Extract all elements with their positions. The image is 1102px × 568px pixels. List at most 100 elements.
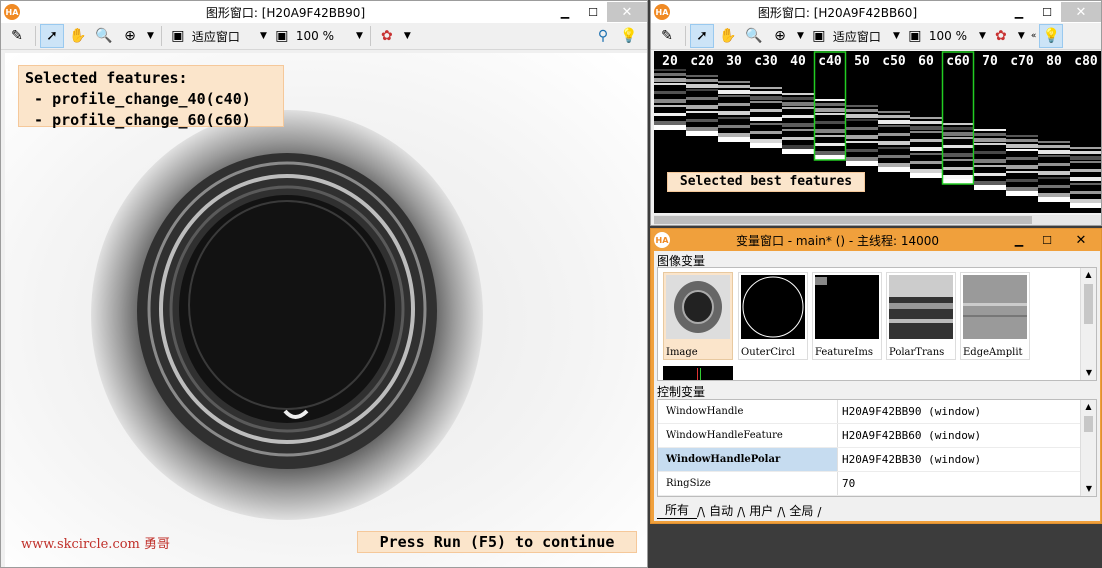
feature-band xyxy=(846,135,878,139)
feature-band xyxy=(718,137,750,142)
feature-band xyxy=(782,129,814,131)
scroll-down-icon[interactable]: ▼ xyxy=(1081,482,1096,496)
control-row[interactable]: WindowHandlePolar H20A9F42BB30 (window) xyxy=(658,448,1096,472)
feature-band xyxy=(846,149,878,152)
feature-strip xyxy=(718,81,750,142)
edit-icon[interactable]: ✎ xyxy=(5,24,29,48)
chevron-down-icon[interactable]: ▼ xyxy=(1018,31,1025,41)
feature-band xyxy=(782,115,814,118)
tab-user[interactable]: 用户 xyxy=(745,502,777,519)
minimize-button[interactable]: ▁ xyxy=(1005,230,1033,250)
press-run-label: Press Run (F5) to continue xyxy=(357,531,637,553)
zoom-in-icon[interactable]: ⊕ xyxy=(118,24,142,48)
feature-band xyxy=(974,165,1006,167)
scrollbar-thumb[interactable] xyxy=(1084,284,1093,324)
close-button[interactable]: ✕ xyxy=(1061,230,1101,250)
thumb-label: EdgeAmplit xyxy=(963,347,1023,358)
edit-icon[interactable]: ✎ xyxy=(655,24,679,48)
feature-band xyxy=(814,103,846,106)
iconic-thumb-partial[interactable] xyxy=(663,366,733,380)
color-picker-icon[interactable]: ✿ xyxy=(375,24,399,48)
horizontal-scrollbar[interactable] xyxy=(654,215,1101,225)
feature-band xyxy=(942,145,974,148)
close-button[interactable]: ✕ xyxy=(607,2,647,22)
zoom-in-icon[interactable]: ⊕ xyxy=(768,24,792,48)
zoom-percent-select[interactable]: 100 % xyxy=(296,24,334,48)
window-title: 图形窗口: [H20A9F42BB90] xyxy=(205,5,366,20)
maximize-button[interactable]: ☐ xyxy=(1033,230,1061,250)
scrollbar-thumb[interactable] xyxy=(654,216,1032,224)
magnifier-icon[interactable]: 🔍 xyxy=(92,24,116,48)
vertical-scrollbar[interactable]: ▲ ▼ xyxy=(1080,268,1096,380)
pointer-icon[interactable]: ➚ xyxy=(690,24,714,48)
feature-band xyxy=(1038,155,1070,157)
tab-global[interactable]: 全局 xyxy=(785,502,817,519)
maximize-button[interactable]: ☐ xyxy=(579,2,607,22)
color-picker-icon[interactable]: ✿ xyxy=(989,24,1013,48)
iconic-thumb-polartrans[interactable]: PolarTrans xyxy=(886,272,956,360)
feature-band xyxy=(686,89,718,91)
feature-band xyxy=(686,75,718,77)
fit-window-icon[interactable]: ▣ xyxy=(166,24,190,48)
minimize-button[interactable]: ▁ xyxy=(1005,2,1033,22)
maximize-button[interactable]: ☐ xyxy=(1033,2,1061,22)
lightbulb-icon[interactable]: 💡 xyxy=(617,24,641,48)
feature-band xyxy=(750,131,782,134)
lightbulb-icon[interactable]: 💡 xyxy=(1039,24,1064,48)
chevron-down-icon[interactable]: ▼ xyxy=(893,31,900,41)
hand-icon[interactable]: ✋ xyxy=(66,24,90,48)
zoom-mode-select[interactable]: 适应窗口 xyxy=(192,24,240,48)
pointer-icon[interactable]: ➚ xyxy=(40,24,64,48)
thumb-label: FeatureIms xyxy=(815,347,873,358)
feature-band xyxy=(878,141,910,145)
tab-separator: /\ xyxy=(777,505,786,519)
control-row[interactable]: WindowHandle H20A9F42BB90 (window) xyxy=(658,400,1096,424)
feature-band xyxy=(942,137,974,139)
close-button[interactable]: ✕ xyxy=(1061,2,1101,22)
zoom-percent-select[interactable]: 100 % xyxy=(929,24,967,48)
tab-auto[interactable]: 自动 xyxy=(705,502,737,519)
overflow-chevron-icon[interactable]: « xyxy=(1031,31,1037,41)
control-row[interactable]: RingSize 70 xyxy=(658,472,1096,496)
scroll-up-icon[interactable]: ▲ xyxy=(1081,268,1096,282)
control-row[interactable]: WindowHandleFeature H20A9F42BB60 (window) xyxy=(658,424,1096,448)
feature-band xyxy=(846,141,878,143)
chevron-down-icon[interactable]: ▼ xyxy=(260,31,267,41)
iconic-panel: Image OuterCircl FeatureIms PolarTrans E… xyxy=(657,267,1097,381)
feature-band xyxy=(686,79,718,82)
fit-window-icon[interactable]: ▣ xyxy=(807,24,831,48)
chevron-down-icon[interactable]: ▼ xyxy=(797,31,804,41)
vertical-scrollbar[interactable]: ▲ ▼ xyxy=(1080,400,1096,496)
feature-band xyxy=(878,111,910,113)
hand-icon[interactable]: ✋ xyxy=(716,24,740,48)
chevron-down-icon[interactable]: ▼ xyxy=(356,31,363,41)
scroll-up-icon[interactable]: ▲ xyxy=(1081,400,1096,414)
thumb-edgeamplitude xyxy=(963,275,1027,339)
feature-band xyxy=(1006,165,1038,169)
feature-band xyxy=(718,90,750,94)
graphics-canvas[interactable]: Selected features: - profile_change_40(c… xyxy=(5,53,647,567)
iconic-thumb-edgeamplitude[interactable]: EdgeAmplit xyxy=(960,272,1030,360)
feature-band xyxy=(654,121,686,125)
scrollbar-thumb[interactable] xyxy=(1084,416,1093,432)
scroll-down-icon[interactable]: ▼ xyxy=(1081,366,1096,380)
chevron-down-icon[interactable]: ▼ xyxy=(147,31,154,41)
feature-band xyxy=(1006,171,1038,173)
feature-band xyxy=(1006,179,1038,182)
chevron-down-icon[interactable]: ▼ xyxy=(979,31,986,41)
feature-band xyxy=(974,173,1006,176)
magnifier-icon[interactable]: 🔍 xyxy=(742,24,766,48)
feature-canvas[interactable]: 20 c20 30 c30 40 c40 50 c50 60 c60 70 c70 80 c80 Sele… xyxy=(654,51,1101,213)
inspect-icon[interactable]: ⚲ xyxy=(591,24,615,48)
chevron-down-icon[interactable]: ▼ xyxy=(404,31,411,41)
zoom-mode-select[interactable]: 适应窗口 xyxy=(833,24,881,48)
feature-band xyxy=(846,161,878,166)
tab-all[interactable]: 所有 xyxy=(657,501,698,519)
iconic-thumb-featureimages[interactable]: FeatureIms xyxy=(812,272,882,360)
feature-band xyxy=(1006,135,1038,137)
minimize-button[interactable]: ▁ xyxy=(551,2,579,22)
iconic-thumb-image[interactable]: Image xyxy=(663,272,733,360)
feature-band xyxy=(686,127,718,131)
iconic-thumb-outercircle[interactable]: OuterCircl xyxy=(738,272,808,360)
feature-band xyxy=(814,99,846,101)
